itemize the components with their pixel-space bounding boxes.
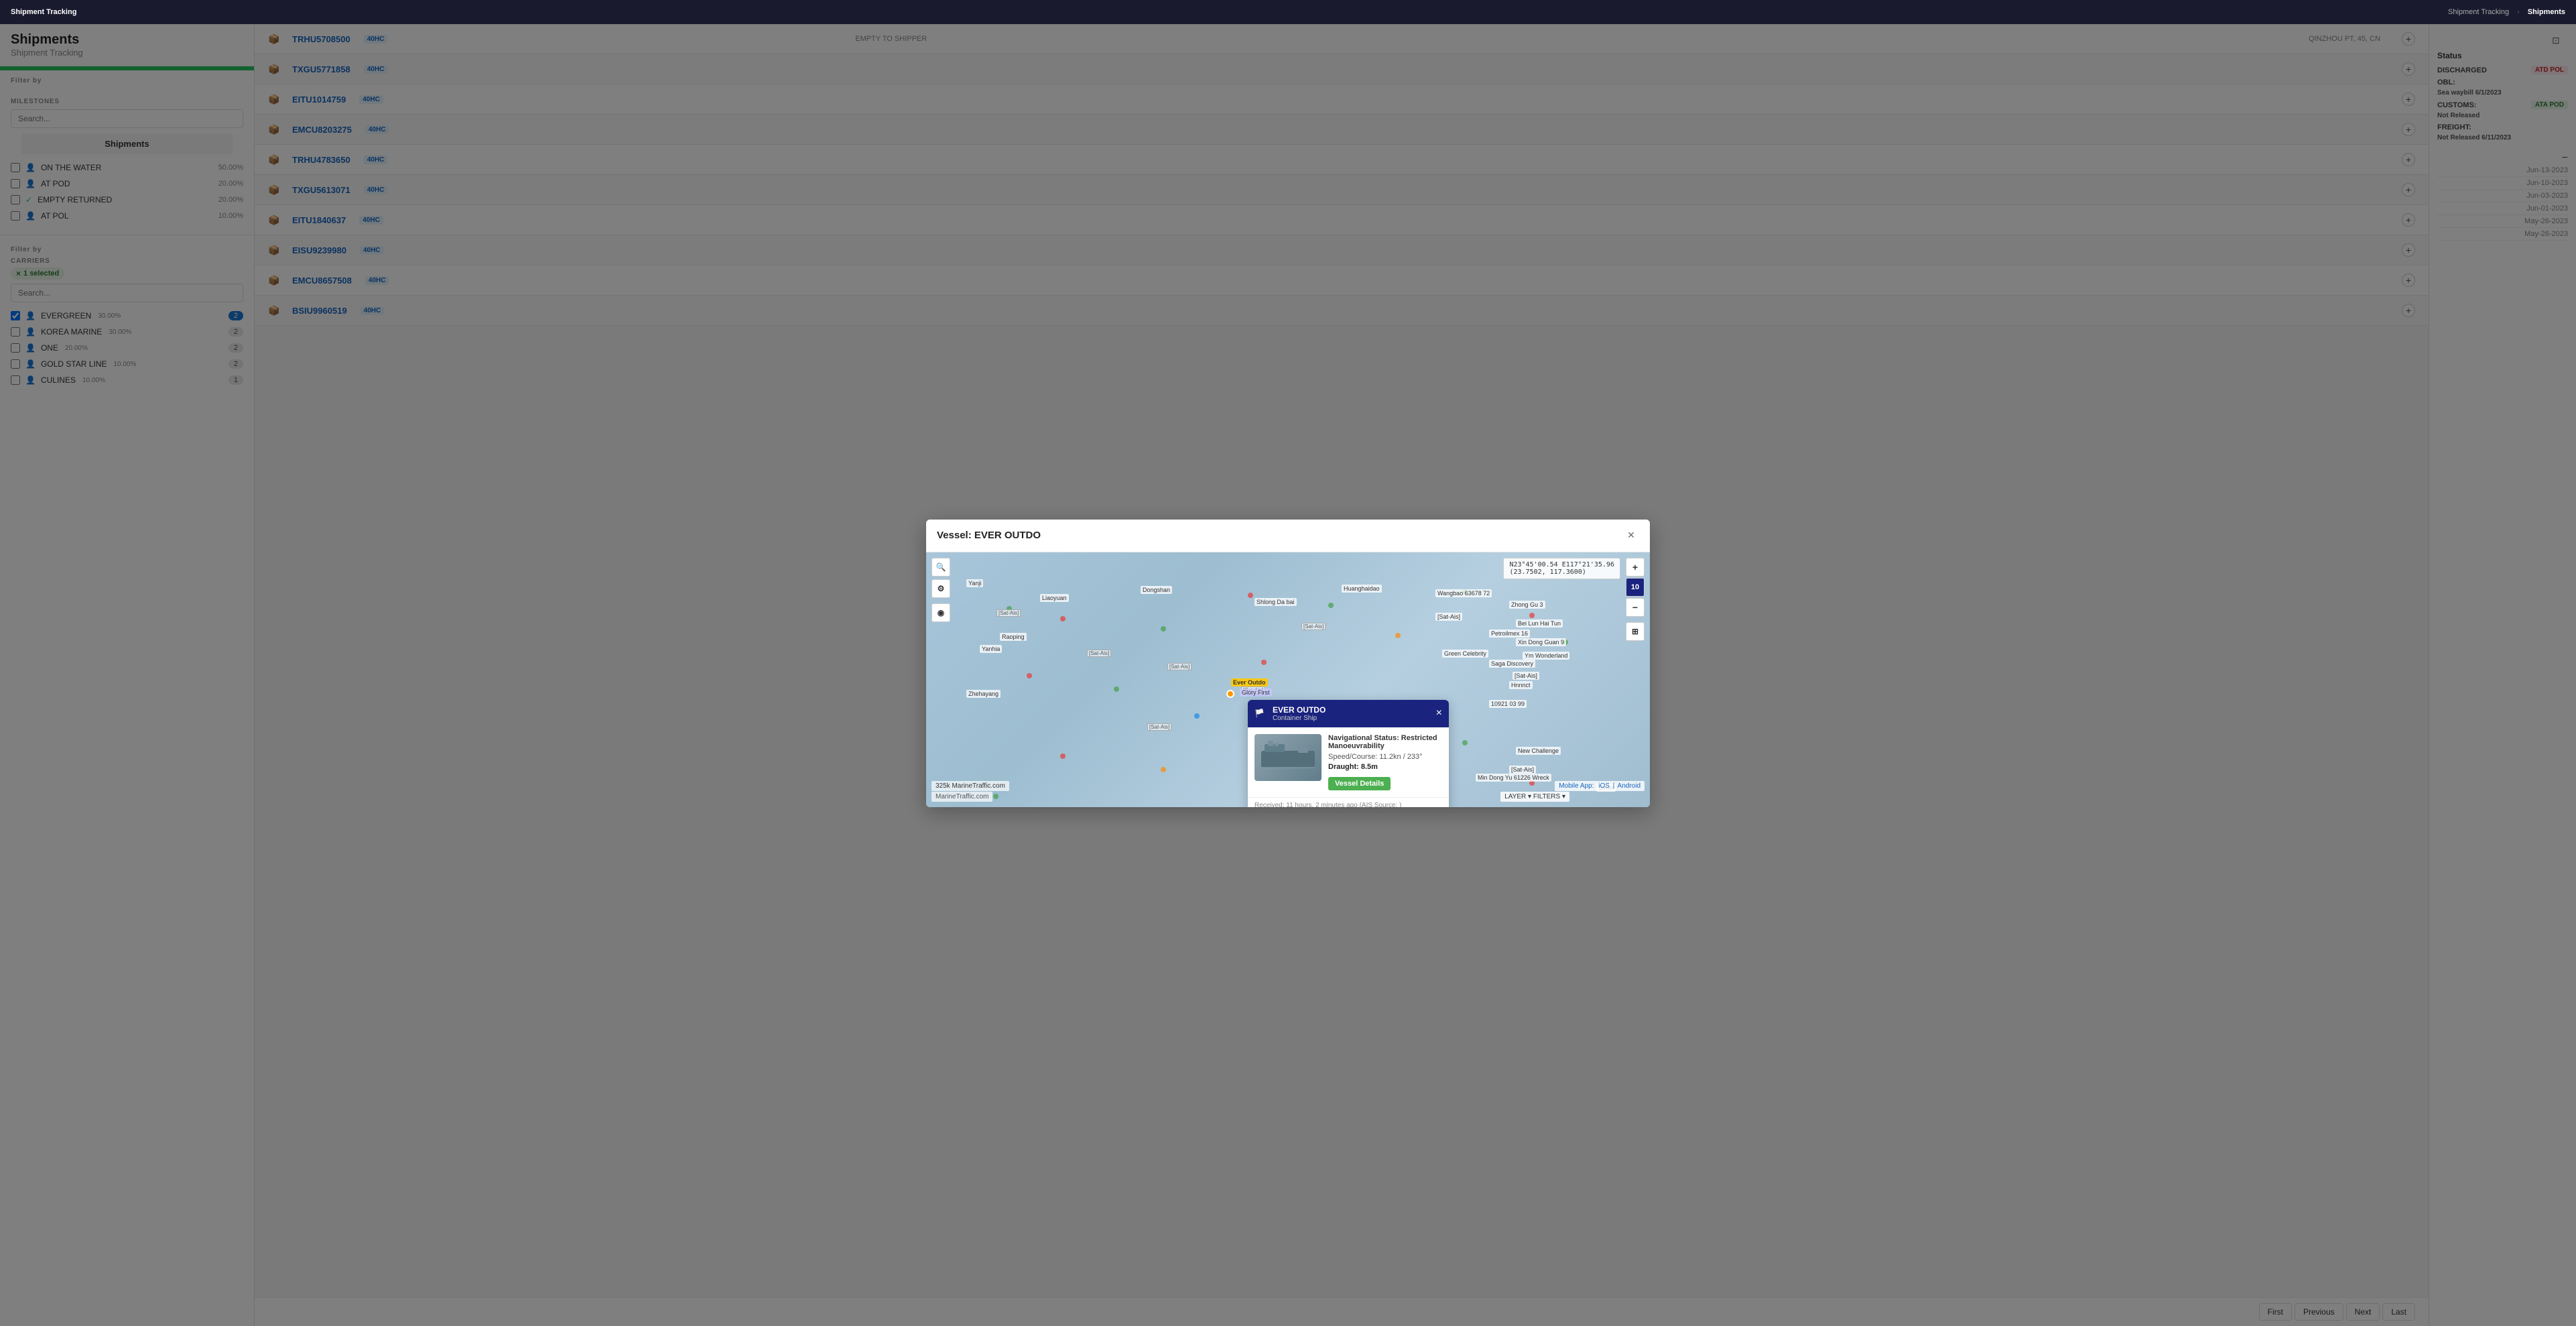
map-place-label: Bei Lun Hai Tun xyxy=(1516,619,1563,627)
vessel-modal: Vessel: EVER OUTDO × xyxy=(926,520,1650,807)
top-nav-right: Shipment Tracking › Shipments xyxy=(2448,8,2565,16)
map-place-label: Yanhia xyxy=(980,645,1002,653)
map-left-controls: 🔍 ⚙ ◉ xyxy=(931,558,950,622)
map-place-label: 10921 03 99 xyxy=(1489,700,1527,708)
map-place-label: Zhong Gu 3 xyxy=(1509,601,1545,609)
zoom-out-button[interactable]: − xyxy=(1626,598,1645,617)
vessel-type: Container Ship xyxy=(1273,715,1326,722)
map-place-label: Wangbao 63678 72 xyxy=(1435,589,1492,597)
android-link[interactable]: Android xyxy=(1618,782,1640,790)
map-place-label: Dongshan xyxy=(1141,586,1172,594)
map-place-label: [Sat-Ais] xyxy=(1512,672,1539,680)
map-place-label: Petroilmex 16 xyxy=(1489,629,1530,638)
ship-dot xyxy=(1027,673,1032,678)
map-filter-button[interactable]: ⚙ xyxy=(931,579,950,598)
map-layers-button[interactable]: ◉ xyxy=(931,603,950,622)
speed-course: Speed/Course: 11.2kn / 233° xyxy=(1328,753,1442,761)
map-mobile-links: Mobile App: iOS | Android xyxy=(1555,781,1645,791)
draught: Draught: 8.5m xyxy=(1328,763,1442,771)
ship-dot xyxy=(1261,660,1267,665)
top-nav-left: Shipment Tracking xyxy=(11,8,76,16)
ship-dot xyxy=(993,794,999,799)
zoom-level: 10 xyxy=(1626,578,1645,597)
map-grid-button[interactable]: ⊞ xyxy=(1626,622,1645,641)
vessel-popup-close[interactable]: × xyxy=(1436,707,1442,719)
modal-title: Vessel: EVER OUTDO xyxy=(937,530,1041,541)
ship-dot xyxy=(1328,603,1334,608)
sat-tag: [Sat-Ais] xyxy=(1087,650,1111,657)
sat-tag: [Sat-Ais] xyxy=(1147,723,1171,731)
map-place-label: [Sat-Ais] xyxy=(1435,613,1462,621)
map-place-label: New Challenge xyxy=(1516,747,1561,755)
map-scale: 325k MarineTraffic.com xyxy=(931,781,1009,791)
map-place-label: Shlong Da bai xyxy=(1254,598,1297,606)
ever-outdo-label: Ever Outdo xyxy=(1231,678,1268,686)
ship-dot xyxy=(1161,626,1166,631)
map-place-label: [Sat-Ais] xyxy=(1509,766,1536,774)
modal-overlay[interactable]: Vessel: EVER OUTDO × xyxy=(0,0,2576,1326)
vessel-flag: 🏳️ xyxy=(1254,709,1265,718)
map-attribution: MarineTraffic.com xyxy=(931,792,992,802)
map-container: [Sat-Ais] [Sat-Ais] [Sat-Ais] [Sat-Ais] … xyxy=(926,552,1650,807)
vessel-name: EVER OUTDO xyxy=(1273,705,1326,715)
map-place-label: Hnnnct xyxy=(1509,681,1533,689)
nav-status: Navigational Status: Restricted Manoeuvr… xyxy=(1328,734,1442,750)
top-nav-title: Shipment Tracking xyxy=(11,8,76,16)
vessel-info: Navigational Status: Restricted Manoeuvr… xyxy=(1328,734,1442,790)
sat-tag: [Sat-Ais] xyxy=(1167,663,1192,670)
vessel-popup: 🏳️ EVER OUTDO Container Ship × xyxy=(1248,700,1449,807)
map-place-label: Raoping xyxy=(1000,633,1027,641)
ship-dot xyxy=(1395,633,1401,638)
modal-header: Vessel: EVER OUTDO × xyxy=(926,520,1650,552)
modal-close-button[interactable]: × xyxy=(1623,528,1639,544)
top-nav-shipments[interactable]: Shipments xyxy=(2528,8,2565,16)
map-place-label: Yanji xyxy=(966,579,983,587)
ship-dot xyxy=(1248,593,1253,598)
map-zoom-controls: + 10 − ⊞ xyxy=(1626,558,1645,641)
map-place-label: Saga Discovery xyxy=(1489,660,1535,668)
ship-dot xyxy=(1114,686,1119,692)
map-background: [Sat-Ais] [Sat-Ais] [Sat-Ais] [Sat-Ais] … xyxy=(926,552,1650,807)
ship-dot xyxy=(1060,754,1066,759)
map-place-label: Min Dong Yu 61226 Wreck xyxy=(1476,774,1551,782)
ship-dot xyxy=(1060,616,1066,621)
vessel-popup-header: 🏳️ EVER OUTDO Container Ship × xyxy=(1248,700,1449,727)
vessel-detail-button[interactable]: Vessel Details xyxy=(1328,777,1391,790)
map-place-label: Zhehayang xyxy=(966,690,1001,698)
map-place-label: Green Celebrity xyxy=(1442,650,1488,658)
ever-outdo-ship-marker[interactable] xyxy=(1226,690,1234,698)
ship-dot xyxy=(1462,740,1468,745)
zoom-in-button[interactable]: + xyxy=(1626,558,1645,577)
map-search-button[interactable]: 🔍 xyxy=(931,558,950,577)
sat-tag: [Sat-Ais] xyxy=(1301,623,1326,630)
vessel-popup-body: Navigational Status: Restricted Manoeuvr… xyxy=(1248,727,1449,797)
vessel-popup-footer: Received: 11 hours, 2 minutes ago (AIS S… xyxy=(1248,797,1449,807)
map-place-label: Ym Wonderland xyxy=(1523,652,1569,660)
map-layer-filter-buttons[interactable]: LAYER ▾ FILTERS ▾ xyxy=(1500,792,1569,802)
glory-first-label: Glory First xyxy=(1240,688,1272,697)
ship-dot xyxy=(1529,613,1535,618)
vessel-thumbnail xyxy=(1254,734,1322,781)
top-navigation: Shipment Tracking Shipment Tracking › Sh… xyxy=(0,0,2576,24)
map-place-label: Xin Dong Guan 9 xyxy=(1516,638,1566,646)
map-place-label: Huanghaidao xyxy=(1342,585,1382,593)
received-text: Received: 11 hours, 2 minutes ago (AIS S… xyxy=(1254,802,1397,807)
ship-dot xyxy=(1194,713,1200,719)
sat-tag: [Sat-Ais] xyxy=(996,609,1021,617)
ship-dot xyxy=(1161,767,1166,772)
ios-link[interactable]: iOS xyxy=(1598,782,1610,790)
map-place-label: Liaoyuan xyxy=(1040,594,1069,602)
top-nav-shipment-tracking[interactable]: Shipment Tracking xyxy=(2448,8,2509,16)
map-coordinates-box: N23°45'00.54 E117°21'35.96 (23.7502, 117… xyxy=(1503,558,1620,579)
